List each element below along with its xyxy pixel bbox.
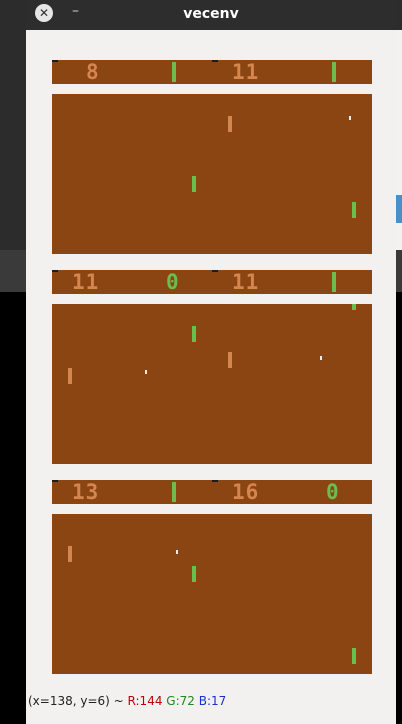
title-bar[interactable]: ✕ – vecenv	[26, 0, 396, 30]
player-score: 16	[232, 480, 260, 504]
opponent-extra-score: 0	[166, 270, 180, 294]
player-paddle	[192, 566, 196, 582]
opponent-paddle	[68, 368, 72, 384]
player-paddle	[192, 326, 196, 342]
opponent-paddle	[228, 116, 232, 132]
corner-mark	[212, 60, 218, 62]
opponent-score: 8	[86, 60, 100, 84]
ball	[320, 356, 322, 360]
pong-field-3	[52, 514, 372, 674]
player-paddle	[352, 202, 356, 218]
player-paddle-indicator	[172, 62, 176, 82]
window-title: vecenv	[183, 6, 239, 22]
pong-field-2	[52, 304, 372, 464]
player-paddle	[352, 304, 356, 310]
score-bar-1: 8 11	[52, 60, 372, 84]
ball	[349, 116, 351, 120]
score-bar-3: 13 16 0	[52, 480, 372, 504]
corner-mark	[52, 270, 58, 272]
ball	[176, 550, 178, 554]
corner-mark	[52, 60, 58, 62]
game-canvas[interactable]: 8 11 11 0 11 13 16 0	[28, 32, 394, 688]
player-score: 11	[232, 60, 260, 84]
player-extra-score: 0	[326, 480, 340, 504]
corner-mark	[212, 480, 218, 482]
status-bar: (x=138, y=6) ~ R:144 G:72 B:17	[26, 690, 398, 712]
score-bar-2: 11 0 11	[52, 270, 372, 294]
pong-field-1	[52, 94, 372, 254]
player-paddle-indicator	[172, 482, 176, 502]
player-paddle-indicator	[332, 62, 336, 82]
player-paddle	[192, 176, 196, 192]
player-score: 11	[232, 270, 260, 294]
blue-value: B:17	[198, 694, 227, 708]
cursor-coordinates: (x=138, y=6) ~	[28, 694, 124, 708]
opponent-paddle	[68, 546, 72, 562]
player-paddle	[352, 648, 356, 664]
green-value: G:72	[166, 694, 195, 708]
red-value: R:144	[127, 694, 163, 708]
vecenv-window: ✕ – vecenv 8 11 11 0 11 13 16 0 (x=138, …	[26, 0, 396, 724]
player-paddle-indicator	[332, 272, 336, 292]
corner-mark	[52, 480, 58, 482]
opponent-score: 11	[72, 270, 100, 294]
opponent-score: 13	[72, 480, 100, 504]
opponent-paddle	[228, 352, 232, 368]
ball	[145, 370, 147, 374]
corner-mark	[212, 270, 218, 272]
